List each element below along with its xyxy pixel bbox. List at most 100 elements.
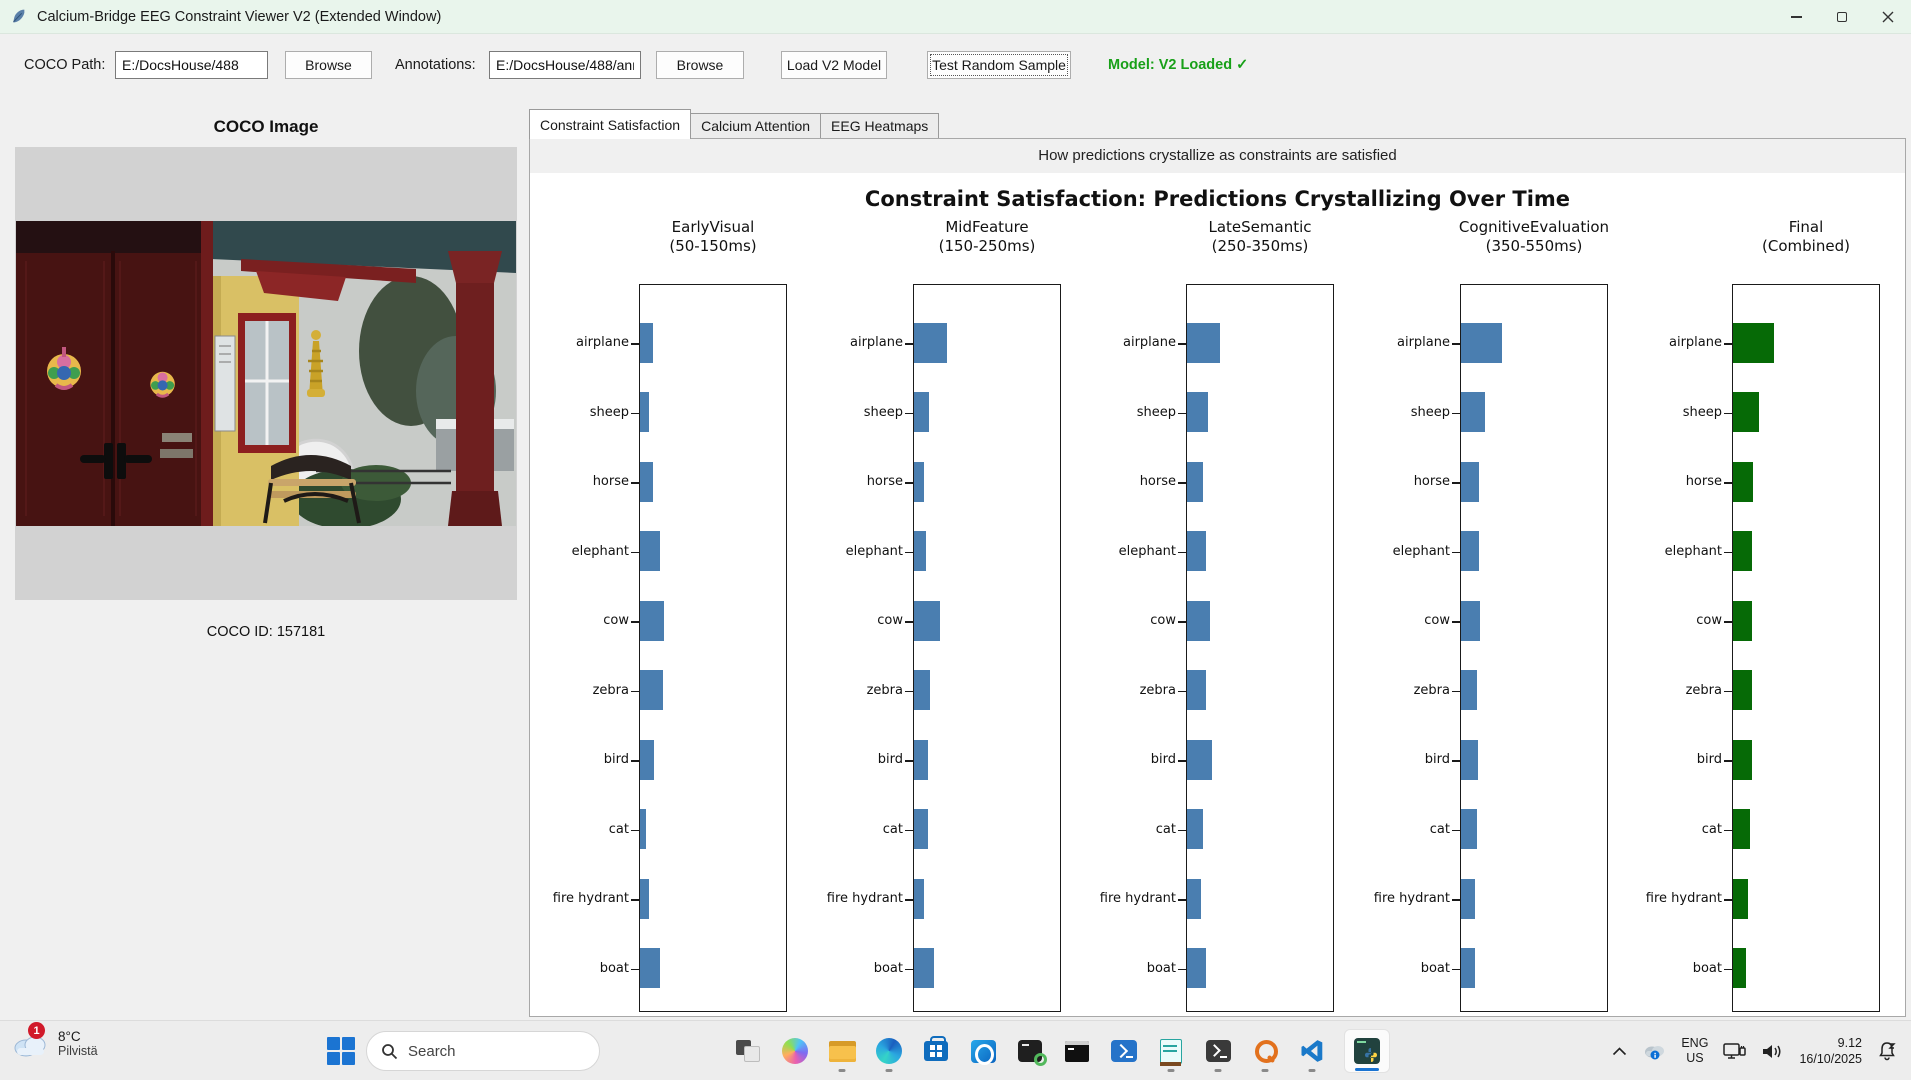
browse-coco-button[interactable]: Browse bbox=[285, 51, 372, 79]
prediction-bar-fire-hydrant bbox=[1187, 879, 1201, 919]
powershell-icon[interactable] bbox=[1109, 1029, 1139, 1073]
maximize-button[interactable] bbox=[1819, 0, 1865, 34]
axis-tick bbox=[1452, 830, 1460, 832]
axis-tick bbox=[1452, 552, 1460, 554]
category-label: bird bbox=[1622, 751, 1722, 769]
prediction-bar-fire-hydrant bbox=[914, 879, 924, 919]
subplot-frame bbox=[1186, 284, 1334, 1012]
category-label: cow bbox=[1076, 612, 1176, 630]
prediction-bar-airplane bbox=[1187, 323, 1220, 363]
prediction-bar-elephant bbox=[1461, 531, 1479, 571]
browse-annotations-button[interactable]: Browse bbox=[656, 51, 744, 79]
network-icon[interactable] bbox=[1723, 1042, 1747, 1060]
prediction-bar-airplane bbox=[914, 323, 947, 363]
axis-tick bbox=[1178, 899, 1186, 901]
axis-tick bbox=[1452, 343, 1460, 345]
subplot-frame bbox=[639, 284, 787, 1012]
vscode-icon[interactable] bbox=[1297, 1029, 1327, 1073]
category-label: boat bbox=[1076, 960, 1176, 978]
test-random-sample-button[interactable]: Test Random Sample bbox=[927, 51, 1071, 79]
taskbar-weather-widget[interactable]: 1 8°C Pilvistä bbox=[10, 1028, 98, 1058]
prediction-bar-boat bbox=[1187, 948, 1206, 988]
prediction-bar-boat bbox=[914, 948, 934, 988]
category-label: cow bbox=[529, 612, 629, 630]
prediction-bar-horse bbox=[1187, 462, 1203, 502]
prediction-bar-fire-hydrant bbox=[1461, 879, 1475, 919]
outlook-icon[interactable] bbox=[968, 1029, 998, 1073]
tray-chevron-up-icon[interactable] bbox=[1612, 1047, 1627, 1056]
edge-icon[interactable] bbox=[874, 1029, 904, 1073]
task-view-icon[interactable] bbox=[733, 1029, 763, 1073]
notification-bell-icon[interactable] bbox=[1877, 1041, 1897, 1061]
onedrive-cloud-icon[interactable] bbox=[1642, 1042, 1666, 1060]
category-label: horse bbox=[803, 473, 903, 491]
language-indicator[interactable]: ENG US bbox=[1681, 1036, 1708, 1066]
microsoft-store-icon[interactable] bbox=[921, 1029, 951, 1073]
file-explorer-icon[interactable] bbox=[827, 1029, 857, 1073]
axis-tick bbox=[1452, 691, 1460, 693]
coco-path-input[interactable] bbox=[115, 51, 268, 79]
category-label: horse bbox=[1350, 473, 1450, 491]
category-label: cow bbox=[1622, 612, 1722, 630]
axis-tick bbox=[1724, 413, 1732, 415]
subplot-MidFeature: MidFeature(150-250ms)airplanesheephorsee… bbox=[803, 218, 1061, 1018]
annotations-label: Annotations: bbox=[395, 57, 476, 73]
prediction-bar-sheep bbox=[640, 392, 649, 432]
prediction-bar-cat bbox=[1733, 809, 1750, 849]
load-model-button[interactable]: Load V2 Model bbox=[781, 51, 887, 79]
close-button[interactable] bbox=[1865, 0, 1911, 34]
tab-constraint-satisfaction[interactable]: Constraint Satisfaction bbox=[529, 109, 691, 139]
model-status-text: Model: V2 Loaded ✓ bbox=[1108, 57, 1248, 73]
python-app-icon[interactable] bbox=[1344, 1029, 1390, 1073]
taskbar-search[interactable]: Search bbox=[366, 1031, 600, 1071]
category-label: zebra bbox=[1350, 682, 1450, 700]
volume-icon[interactable] bbox=[1762, 1043, 1784, 1060]
tab-content-panel: How predictions crystallize as constrain… bbox=[529, 138, 1906, 1017]
copilot-icon[interactable] bbox=[780, 1029, 810, 1073]
clock[interactable]: 9.12 16/10/2025 bbox=[1799, 1035, 1862, 1067]
prediction-bar-zebra bbox=[914, 670, 930, 710]
category-label: boat bbox=[1622, 960, 1722, 978]
prediction-bar-zebra bbox=[1461, 670, 1477, 710]
search-tool-icon[interactable] bbox=[1250, 1029, 1280, 1073]
category-label: sheep bbox=[1350, 404, 1450, 422]
tab-eeg-heatmaps[interactable]: EEG Heatmaps bbox=[820, 113, 939, 139]
tab-calcium-attention[interactable]: Calcium Attention bbox=[690, 113, 821, 139]
category-label: cat bbox=[1622, 821, 1722, 839]
system-tray: ENG US 9.12 16/10/2025 bbox=[1612, 1021, 1897, 1080]
minimize-button[interactable] bbox=[1773, 0, 1819, 34]
prediction-bar-boat bbox=[1733, 948, 1746, 988]
category-label: fire hydrant bbox=[1350, 890, 1450, 908]
axis-tick bbox=[631, 899, 639, 901]
prediction-bar-sheep bbox=[1461, 392, 1485, 432]
category-label: fire hydrant bbox=[803, 890, 903, 908]
coco-id-caption: COCO ID: 157181 bbox=[15, 624, 517, 640]
notepad-icon[interactable] bbox=[1156, 1029, 1186, 1073]
weather-badge: 1 bbox=[28, 1022, 45, 1039]
clock-time: 9.12 bbox=[1799, 1035, 1862, 1051]
axis-tick bbox=[1452, 413, 1460, 415]
prediction-bar-boat bbox=[1461, 948, 1475, 988]
prediction-bar-bird bbox=[914, 740, 928, 780]
axis-tick bbox=[1452, 621, 1460, 623]
axis-tick bbox=[631, 343, 639, 345]
prediction-bar-cow bbox=[1733, 601, 1752, 641]
category-label: bird bbox=[1350, 751, 1450, 769]
axis-tick bbox=[1178, 343, 1186, 345]
axis-tick bbox=[1724, 343, 1732, 345]
windows-terminal-icon[interactable] bbox=[1203, 1029, 1233, 1073]
subplot-frame bbox=[1732, 284, 1880, 1012]
category-label: cat bbox=[803, 821, 903, 839]
annotations-input[interactable] bbox=[489, 51, 641, 79]
category-label: elephant bbox=[529, 543, 629, 561]
category-label: fire hydrant bbox=[1076, 890, 1176, 908]
prediction-bar-cow bbox=[1187, 601, 1210, 641]
command-prompt-icon[interactable] bbox=[1015, 1029, 1045, 1073]
search-icon bbox=[381, 1043, 398, 1060]
subplot-frame bbox=[913, 284, 1061, 1012]
prediction-bar-airplane bbox=[1461, 323, 1502, 363]
console-host-icon[interactable] bbox=[1062, 1029, 1092, 1073]
weather-condition: Pilvistä bbox=[58, 1044, 98, 1058]
start-button[interactable] bbox=[327, 1037, 355, 1065]
category-label: horse bbox=[529, 473, 629, 491]
